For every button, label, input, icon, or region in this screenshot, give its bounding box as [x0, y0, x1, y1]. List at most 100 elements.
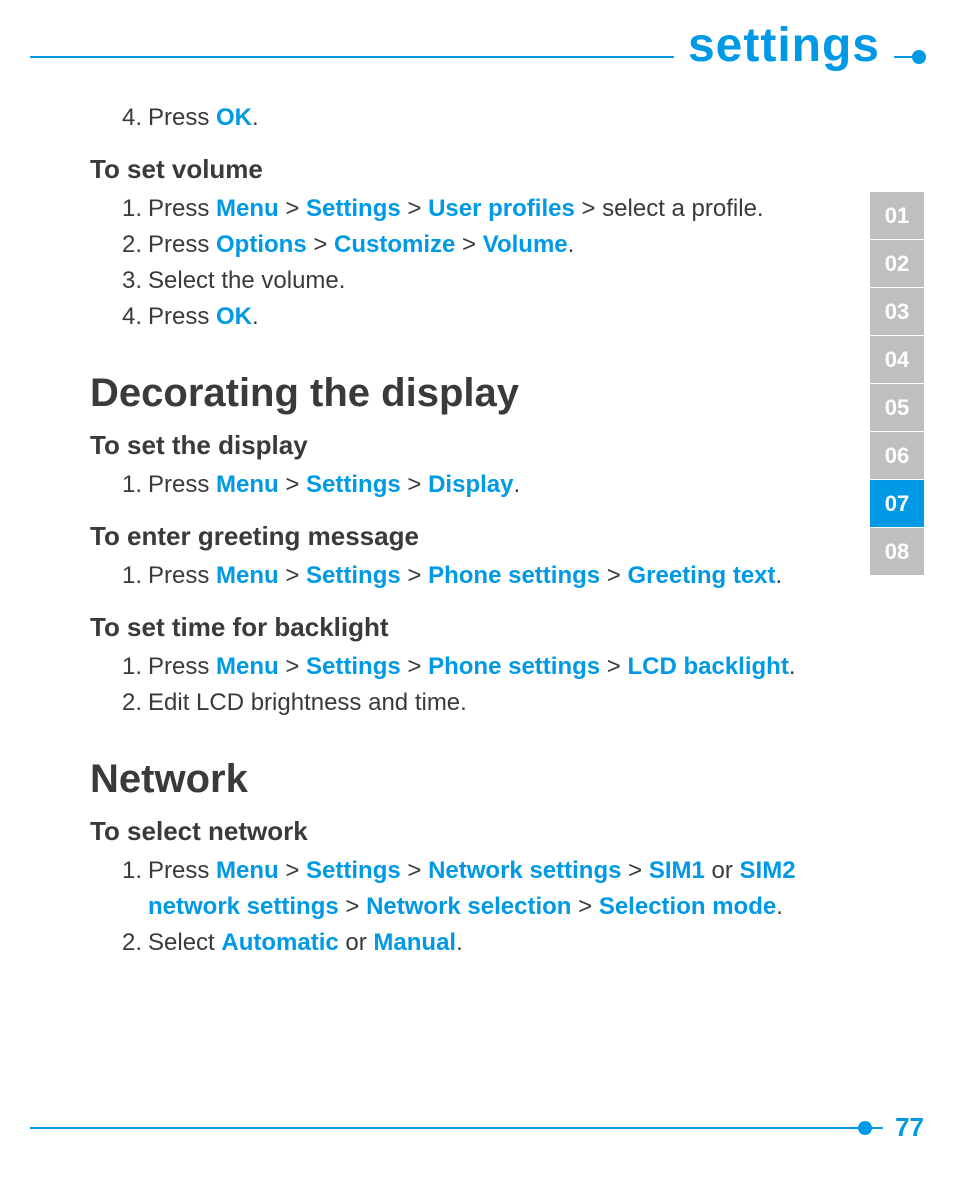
chapter-tab-06[interactable]: 06 [870, 432, 924, 480]
plain-text: > [279, 562, 306, 589]
step-item: 2.Press Options > Customize > Volume. [114, 227, 810, 263]
highlight-term: Settings [306, 653, 401, 680]
highlight-term: Settings [306, 195, 401, 222]
highlight-term: User profiles [428, 195, 575, 222]
sub-heading: To set volume [90, 154, 810, 185]
plain-text: . [252, 303, 259, 330]
plain-text: Press [148, 562, 216, 589]
plain-text: > [455, 231, 482, 258]
chapter-tab-01[interactable]: 01 [870, 192, 924, 240]
step-item: 1.Press Menu > Settings > Network settin… [114, 853, 810, 925]
step-text: Select Automatic or Manual. [148, 929, 463, 956]
plain-text: > [600, 653, 627, 680]
plain-text: > [401, 562, 428, 589]
highlight-term: Settings [306, 857, 401, 884]
highlight-term: OK [216, 104, 252, 131]
chapter-tabs: 0102030405060708 [870, 192, 924, 576]
highlight-term: Volume [483, 231, 568, 258]
step-text: Press Menu > Settings > User profiles > … [148, 195, 764, 222]
steps: 1.Press Menu > Settings > Display. [114, 467, 810, 503]
step-number: 1. [114, 649, 142, 685]
chapter-tab-05[interactable]: 05 [870, 384, 924, 432]
step-text: Select the volume. [148, 267, 345, 294]
plain-text: > [600, 562, 627, 589]
page-header-title: settings [674, 18, 894, 73]
chapter-tab-03[interactable]: 03 [870, 288, 924, 336]
highlight-term: Automatic [221, 929, 338, 956]
step-number: 2. [114, 925, 142, 961]
plain-text: > [279, 195, 306, 222]
plain-text: Select [148, 929, 221, 956]
steps: 1.Press Menu > Settings > Phone settings… [114, 558, 810, 594]
step-text: Press Menu > Settings > Phone settings >… [148, 562, 782, 589]
highlight-term: SIM1 [649, 857, 705, 884]
steps: 1.Press Menu > Settings > User profiles … [114, 191, 810, 335]
sub-heading: To select network [90, 816, 810, 847]
step-text: Press OK. [148, 303, 259, 330]
chapter-tab-02[interactable]: 02 [870, 240, 924, 288]
highlight-term: Manual [373, 929, 456, 956]
chapter-tab-08[interactable]: 08 [870, 528, 924, 576]
step-item: 1.Press Menu > Settings > Phone settings… [114, 558, 810, 594]
highlight-term: Menu [216, 857, 279, 884]
step-number: 3. [114, 263, 142, 299]
plain-text: Press [148, 195, 216, 222]
plain-text: > [621, 857, 648, 884]
chapter-tab-04[interactable]: 04 [870, 336, 924, 384]
plain-text: Press [148, 231, 216, 258]
highlight-term: Settings [306, 471, 401, 498]
step-item: 2.Select Automatic or Manual. [114, 925, 810, 961]
highlight-term: Phone settings [428, 562, 600, 589]
sub-heading: To set time for backlight [90, 612, 810, 643]
step-text: Press Menu > Settings > Network settings… [148, 857, 796, 920]
plain-text: Press [148, 471, 216, 498]
plain-text: . [513, 471, 520, 498]
section-heading: Network [90, 757, 810, 802]
step-item: 1.Press Menu > Settings > Phone settings… [114, 649, 810, 685]
step-item: 2.Edit LCD brightness and time. [114, 685, 810, 721]
plain-text: > [279, 857, 306, 884]
highlight-term: Display [428, 471, 513, 498]
step-item: 4.Press OK. [114, 299, 810, 335]
plain-text: Press [148, 303, 216, 330]
plain-text: . [252, 104, 259, 131]
plain-text: . [789, 653, 796, 680]
step-text: Press Menu > Settings > Phone settings >… [148, 653, 796, 680]
step-number: 2. [114, 227, 142, 263]
section-heading: Decorating the display [90, 371, 810, 416]
highlight-term: Customize [334, 231, 455, 258]
plain-text: > [401, 653, 428, 680]
step-text: Press OK. [148, 104, 259, 131]
plain-text: Press [148, 857, 216, 884]
highlight-term: Menu [216, 471, 279, 498]
plain-text: > [307, 231, 334, 258]
plain-text: > [571, 893, 598, 920]
steps: 1.Press Menu > Settings > Phone settings… [114, 649, 810, 721]
plain-text: . [776, 893, 783, 920]
plain-text: . [568, 231, 575, 258]
highlight-term: Network settings [428, 857, 621, 884]
step-number: 1. [114, 191, 142, 227]
plain-text: or [339, 929, 374, 956]
plain-text: Press [148, 104, 216, 131]
page-number: 77 [883, 1112, 924, 1143]
highlight-term: Phone settings [428, 653, 600, 680]
plain-text: > [401, 857, 428, 884]
step-number: 1. [114, 853, 142, 889]
step-item: 1.Press Menu > Settings > Display. [114, 467, 810, 503]
step-text: Press Options > Customize > Volume. [148, 231, 574, 258]
plain-text: > [401, 195, 428, 222]
highlight-term: Menu [216, 562, 279, 589]
chapter-tab-07[interactable]: 07 [870, 480, 924, 528]
step-number: 4. [114, 299, 142, 335]
highlight-term: Menu [216, 195, 279, 222]
plain-text: Edit LCD brightness and time. [148, 689, 467, 716]
main-content: 4.Press OK.To set volume1.Press Menu > S… [90, 100, 810, 979]
steps: 1.Press Menu > Settings > Network settin… [114, 853, 810, 961]
step-number: 1. [114, 558, 142, 594]
intro-steps: 4.Press OK. [114, 100, 810, 136]
highlight-term: Options [216, 231, 307, 258]
sub-heading: To set the display [90, 430, 810, 461]
plain-text: Select the volume. [148, 267, 345, 294]
highlight-term: Menu [216, 653, 279, 680]
